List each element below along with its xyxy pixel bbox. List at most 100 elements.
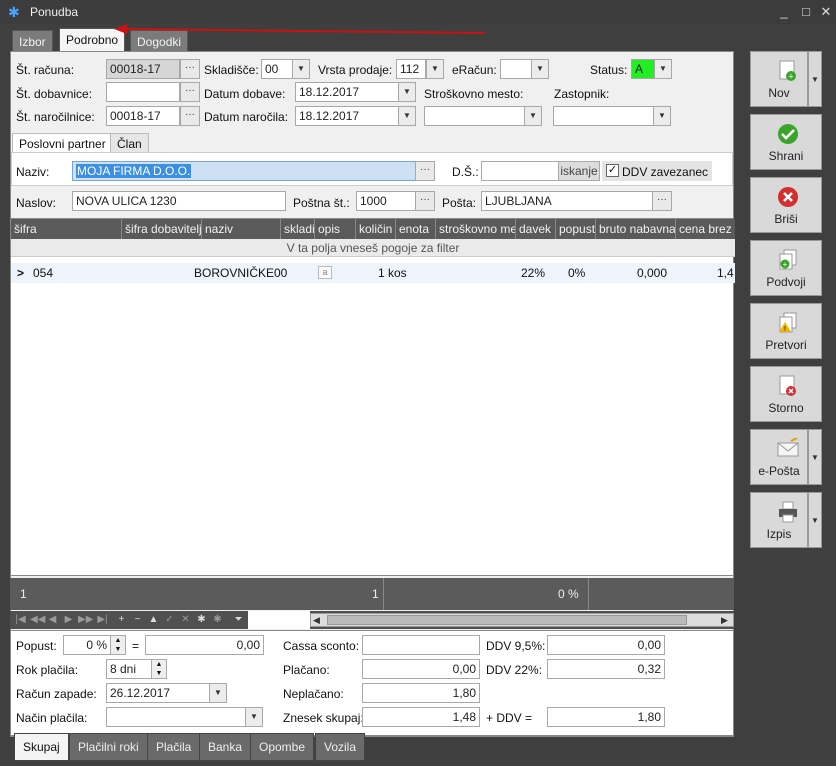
post-record-icon[interactable]: ✓ [163,612,176,628]
cassa-sconto-field[interactable] [362,635,480,655]
racun-zapade-dropdown-icon[interactable]: ▼ [209,683,227,703]
prev-record-icon[interactable]: ◀ [46,612,59,628]
col-kolicina[interactable]: količin [356,219,396,239]
prev-page-icon[interactable]: ◀◀ [30,612,45,628]
skladisce-field[interactable]: 00 [261,59,293,79]
col-cena-brez-ddv[interactable]: cena brez DD [676,219,735,239]
opis-icon[interactable]: a [318,266,332,279]
col-enota[interactable]: enota [396,219,436,239]
status-dropdown-icon[interactable]: ▼ [654,59,672,79]
datum-dobave-dropdown-icon[interactable]: ▼ [398,82,416,102]
tab-banka[interactable]: Banka [199,733,252,761]
naziv-browse-button[interactable]: ··· [415,161,435,181]
ddv-zavezanec-checkbox[interactable]: ✓ [606,164,619,177]
popust-field[interactable]: 0 % [63,635,111,655]
col-davek[interactable]: davek [516,219,556,239]
scrollbar-thumb[interactable] [327,615,687,625]
stroskovno-mesto-dropdown-icon[interactable]: ▼ [524,106,542,126]
tab-placilni-roki[interactable]: Plačilni roki [69,733,148,761]
horizontal-scrollbar[interactable]: ◀ ▶ [310,613,734,627]
stroskovno-mesto-field[interactable] [424,106,528,126]
storno-button[interactable]: Storno [750,366,822,422]
maximize-icon[interactable]: □ [796,2,816,22]
close-icon[interactable]: ✕ [816,2,836,22]
next-record-icon[interactable]: ▶ [62,612,75,628]
podvoji-button[interactable]: + Podvoji [750,240,822,296]
col-sifra-dobavitelja[interactable]: šifra dobavitelj [122,219,202,239]
izpis-dropdown-icon[interactable]: ▼ [808,492,822,548]
nov-dropdown-icon[interactable]: ▼ [808,51,822,107]
racun-zapade-field[interactable]: 26.12.2017 [106,683,210,703]
tab-poslovni-partner[interactable]: Poslovni partner [12,133,113,153]
postna-stevilka-field[interactable]: 1000 [356,191,416,211]
izpis-button[interactable]: Izpis [750,492,808,548]
posta-field[interactable]: LJUBLJANA [481,191,653,211]
tab-clan[interactable]: Član [110,133,149,153]
popust-spinner-icon[interactable]: ▲ ▼ [110,635,126,655]
datum-dobave-label: Datum dobave: [204,87,286,101]
nacin-placila-dropdown-icon[interactable]: ▼ [245,707,263,727]
tab-skupaj[interactable]: Skupaj [14,733,69,761]
st-dobavnice-field[interactable] [106,82,180,102]
tab-izbor[interactable]: Izbor [12,30,53,52]
rok-spinner-icon[interactable]: ▲ ▼ [151,659,167,679]
bookmark-icon[interactable]: ✱ [195,612,208,628]
pretvori-button[interactable]: ! Pretvori [750,303,822,359]
tab-vozila[interactable]: Vozila [315,733,366,761]
tab-placila[interactable]: Plačila [147,733,201,761]
zastopnik-field[interactable] [553,106,657,126]
scroll-right-icon[interactable]: ▶ [721,614,728,626]
rok-placila-field[interactable]: 8 dni [106,659,152,679]
zastopnik-dropdown-icon[interactable]: ▼ [653,106,671,126]
datum-narocila-field[interactable]: 18.12.2017 [295,106,399,126]
last-page-icon[interactable]: ▶| [96,612,109,628]
minimize-icon[interactable]: _ [774,2,794,22]
next-page-icon[interactable]: ▶▶ [78,612,93,628]
col-popust[interactable]: popust [556,219,596,239]
col-opis[interactable]: opis [315,219,356,239]
posta-browse-button[interactable]: ··· [652,191,672,211]
tab-opombe[interactable]: Opombe [250,733,315,761]
row-expand-icon[interactable]: > [17,264,24,282]
vrsta-prodaje-dropdown-icon[interactable]: ▼ [426,59,444,79]
col-sifra[interactable]: šifra [11,219,122,239]
ds-field[interactable] [481,161,559,181]
eracun-field[interactable] [500,59,532,79]
goto-bookmark-icon[interactable]: ✱ [211,612,224,628]
col-naziv[interactable]: naziv [202,219,281,239]
eracun-dropdown-icon[interactable]: ▼ [531,59,549,79]
edit-record-icon[interactable]: ▲ [147,612,160,628]
naslov-field[interactable]: NOVA ULICA 1230 [72,191,286,211]
brisi-button[interactable]: Briši [750,177,822,233]
postna-browse-button[interactable]: ··· [415,191,435,211]
nov-button[interactable]: + Nov [750,51,808,107]
e-posta-button[interactable]: e-Pošta [750,429,808,485]
st-narocilnice-browse-button[interactable]: ··· [180,106,200,126]
filter-icon[interactable]: ⏷ [232,612,245,628]
st-racuna-browse-button[interactable]: ··· [180,59,200,79]
nacin-placila-field[interactable] [106,707,246,727]
naziv-field[interactable]: MOJA FIRMA D.O.O. [72,161,416,181]
filter-row[interactable]: V ta polja vneseš pogoje za filter [11,239,735,257]
shrani-button[interactable]: Shrani [750,114,822,170]
st-dobavnice-browse-button[interactable]: ··· [180,82,200,102]
datum-narocila-dropdown-icon[interactable]: ▼ [398,106,416,126]
e-posta-dropdown-icon[interactable]: ▼ [808,429,822,485]
table-row[interactable] [11,263,735,283]
cancel-record-icon[interactable]: ✕ [179,612,192,628]
datum-dobave-field[interactable]: 18.12.2017 [295,82,399,102]
st-narocilnice-field[interactable]: 00018-17 [106,106,180,126]
col-skladisce[interactable]: skladi [281,219,315,239]
delete-record-icon[interactable]: − [131,612,144,628]
col-stroskovno-mesto[interactable]: stroškovno me [436,219,516,239]
skladisce-dropdown-icon[interactable]: ▼ [292,59,310,79]
add-record-icon[interactable]: + [115,612,128,628]
status-field[interactable]: A [631,59,655,79]
scroll-left-icon[interactable]: ◀ [313,614,320,626]
st-racuna-field[interactable]: 00018-17 [106,59,180,79]
first-page-icon[interactable]: |◀ [14,612,27,628]
col-bruto-nabavna[interactable]: bruto nabavna [596,219,676,239]
vrsta-prodaje-field[interactable]: 112 [396,59,426,79]
izpis-label: Izpis [766,527,792,541]
iskanje-button[interactable]: iskanje [558,161,600,181]
